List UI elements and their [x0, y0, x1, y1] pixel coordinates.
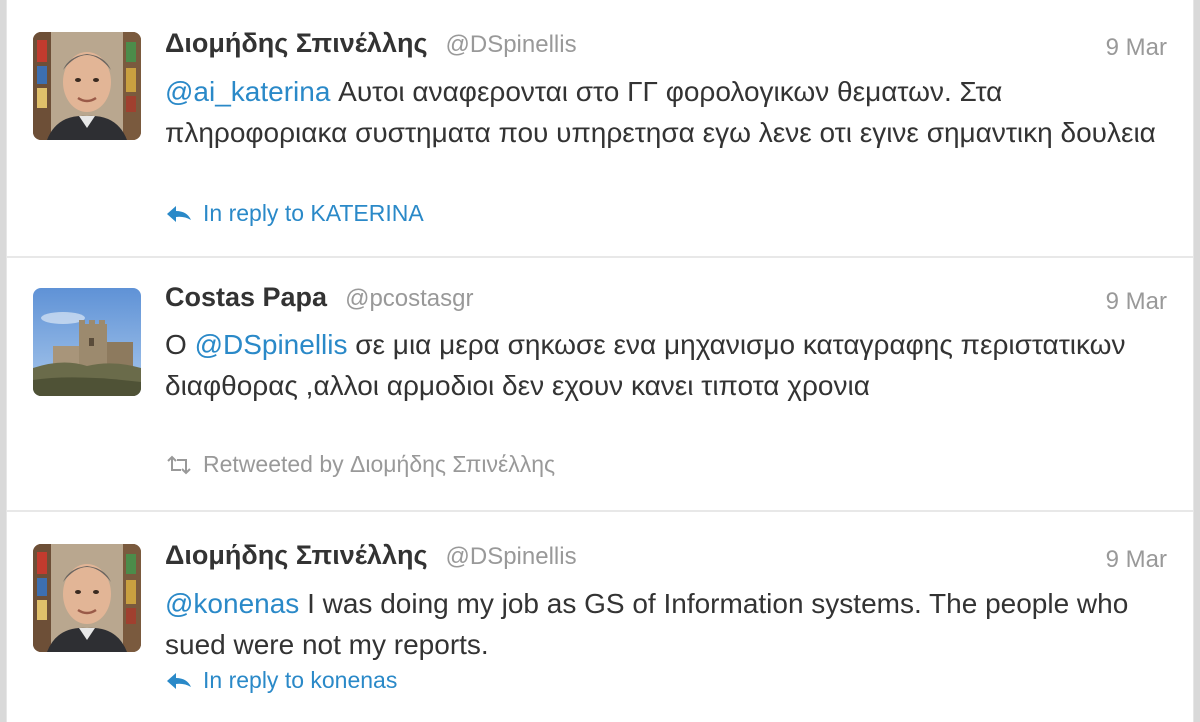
tweet-timestamp[interactable]: 9 Mar	[1106, 546, 1167, 574]
tweet-timestamp[interactable]: 9 Mar	[1106, 34, 1167, 62]
author-handle[interactable]: @DSpinellis	[446, 543, 577, 571]
tweet-header: Costas Papa @pcostasgr	[165, 282, 1165, 322]
author-name[interactable]: Διομήδης Σπινέλλης	[165, 540, 428, 571]
tweet-item[interactable]: Costas Papa @pcostasgr 9 Mar Ο @DSpinell…	[7, 258, 1193, 512]
in-reply-to-link[interactable]: In reply to konenas	[165, 667, 397, 694]
author-name[interactable]: Costas Papa	[165, 282, 327, 313]
author-name[interactable]: Διομήδης Σπινέλλης	[165, 28, 428, 59]
retweeted-by-label: Retweeted by Διομήδης Σπινέλλης	[203, 451, 556, 477]
mention-link[interactable]: @ai_katerina	[165, 76, 330, 107]
tweet-text: @ai_katerina Αυτοι αναφερονται στο ΓΓ φο…	[165, 71, 1165, 153]
retweet-icon	[167, 455, 191, 474]
in-reply-to-label: In reply to KATERINA	[203, 200, 424, 226]
author-handle[interactable]: @DSpinellis	[446, 31, 577, 59]
tweet-header: Διομήδης Σπινέλλης @DSpinellis	[165, 28, 1165, 68]
retweeted-by[interactable]: Retweeted by Διομήδης Σπινέλλης	[165, 451, 555, 478]
user-avatar[interactable]	[33, 32, 141, 140]
user-avatar[interactable]	[33, 544, 141, 652]
mention-link[interactable]: @konenas	[165, 588, 299, 619]
tweet-item[interactable]: Διομήδης Σπινέλλης @DSpinellis 9 Mar @ko…	[7, 512, 1193, 722]
tweet-text: @konenas I was doing my job as GS of Inf…	[165, 583, 1165, 665]
tweet-timestamp[interactable]: 9 Mar	[1106, 288, 1167, 316]
castle-avatar-icon	[33, 288, 141, 396]
person-avatar-icon	[33, 544, 141, 652]
tweet-body-prefix: Ο	[165, 329, 195, 360]
user-avatar[interactable]	[33, 288, 141, 396]
tweet-item[interactable]: Διομήδης Σπινέλλης @DSpinellis 9 Mar @ai…	[7, 0, 1193, 258]
person-avatar-icon	[33, 32, 141, 140]
tweet-timeline: Διομήδης Σπινέλλης @DSpinellis 9 Mar @ai…	[6, 0, 1194, 722]
reply-arrow-icon	[167, 205, 191, 222]
in-reply-to-label: In reply to konenas	[203, 667, 398, 693]
author-handle[interactable]: @pcostasgr	[345, 285, 473, 313]
mention-link[interactable]: @DSpinellis	[195, 329, 348, 360]
reply-arrow-icon	[167, 672, 191, 689]
tweet-header: Διομήδης Σπινέλλης @DSpinellis	[165, 540, 1165, 580]
tweet-body: I was doing my job as GS of Information …	[165, 588, 1129, 660]
in-reply-to-link[interactable]: In reply to KATERINA	[165, 200, 424, 227]
tweet-text: Ο @DSpinellis σε μια μερα σηκωσε ενα μηχ…	[165, 324, 1165, 406]
